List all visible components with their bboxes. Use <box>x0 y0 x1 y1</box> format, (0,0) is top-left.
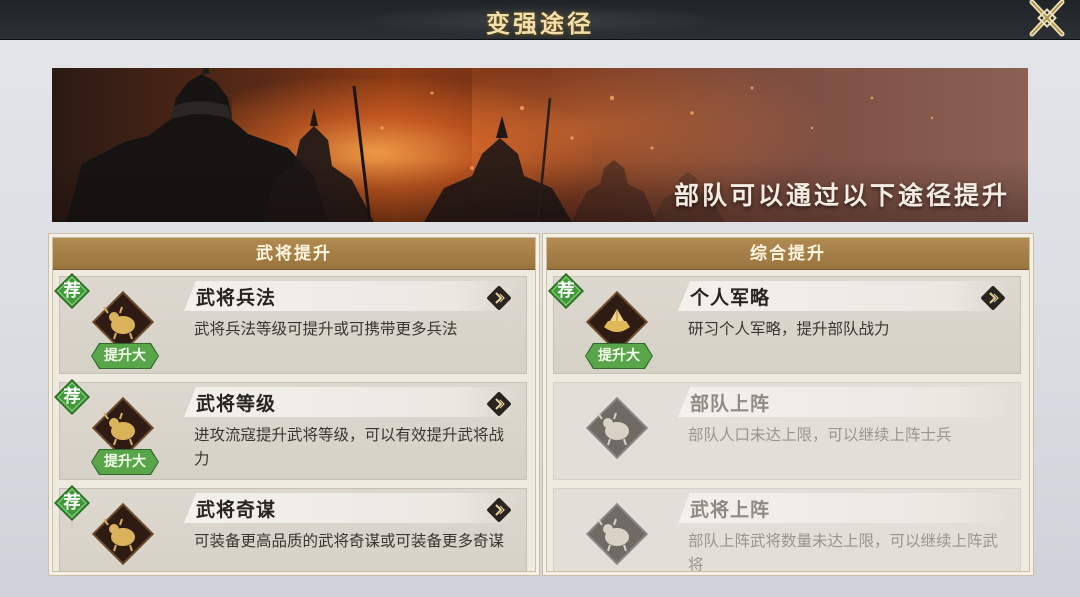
recommend-label: 荐 <box>63 387 81 407</box>
card-title: 个人军略 <box>690 287 771 309</box>
go-arrow-icon[interactable] <box>486 497 512 523</box>
recommend-badge: 荐 <box>53 484 91 522</box>
card-description: 进攻流寇提升武将等级，可以有效提升武将战力 <box>194 426 505 468</box>
recommend-badge: 荐 <box>53 378 91 416</box>
card-general-tactics[interactable]: 武将兵法 武将兵法等级可提升或可携带更多兵法 提升大 荐 <box>53 272 527 374</box>
card-general-stratagem[interactable]: 武将奇谋 可装备更高品质的武将奇谋或可装备更多奇谋 荐 <box>53 484 527 571</box>
banner-caption: 部队可以通过以下途径提升 <box>673 181 1010 210</box>
page-title: 变强途径 <box>486 9 594 38</box>
boost-tag: 提升大 <box>586 344 652 368</box>
recommend-label: 荐 <box>557 281 575 301</box>
go-arrow-icon[interactable] <box>980 285 1006 311</box>
panel-overall-upgrade: 综合提升 个人军略 研习个人军略，提升部队战力 提升大 荐 部队上阵 部队人口未… <box>546 237 1030 572</box>
card-description: 部队人口未达上限，可以继续上阵士兵 <box>688 426 952 444</box>
bull-icon <box>91 502 155 566</box>
boost-tag: 提升大 <box>92 450 158 474</box>
recommend-label: 荐 <box>63 493 81 513</box>
card-title: 武将等级 <box>196 393 277 415</box>
panel-header: 武将提升 <box>53 238 535 270</box>
panel-header: 综合提升 <box>547 238 1029 270</box>
banner: 部队可以通过以下途径提升 <box>52 68 1028 222</box>
card-description: 武将兵法等级可提升或可携带更多兵法 <box>194 320 458 338</box>
card-description: 研习个人军略，提升部队战力 <box>688 320 890 338</box>
bull-icon <box>585 396 649 460</box>
go-arrow-icon[interactable] <box>486 391 512 417</box>
card-troop-deploy[interactable]: 部队上阵 部队人口未达上限，可以继续上阵士兵 <box>553 382 1021 480</box>
bull-icon <box>585 502 649 566</box>
card-title: 部队上阵 <box>690 393 771 415</box>
go-arrow-icon[interactable] <box>486 285 512 311</box>
card-title: 武将上阵 <box>690 499 771 521</box>
card-personal-strategy[interactable]: 个人军略 研习个人军略，提升部队战力 提升大 荐 <box>547 272 1021 374</box>
card-title: 武将兵法 <box>196 287 277 309</box>
card-title: 武将奇谋 <box>196 499 277 521</box>
card-description: 部队上阵武将数量未达上限，可以继续上阵武将 <box>688 532 999 572</box>
recommend-label: 荐 <box>63 281 81 301</box>
card-general-level[interactable]: 武将等级 进攻流寇提升武将等级，可以有效提升武将战力 提升大 荐 <box>53 378 527 480</box>
panel-general-upgrade: 武将提升 武将兵法 武将兵法等级可提升或可携带更多兵法 提升大 荐 武将等级 进… <box>52 237 536 572</box>
card-description: 可装备更高品质的武将奇谋或可装备更多奇谋 <box>194 532 505 550</box>
recommend-badge: 荐 <box>53 272 91 310</box>
top-bar: 变强途径 <box>0 0 1080 40</box>
boost-tag: 提升大 <box>92 344 158 368</box>
close-icon <box>1029 0 1065 37</box>
close-button[interactable] <box>1022 0 1074 38</box>
recommend-badge: 荐 <box>547 272 585 310</box>
card-general-deploy[interactable]: 武将上阵 部队上阵武将数量未达上限，可以继续上阵武将 <box>553 488 1021 572</box>
